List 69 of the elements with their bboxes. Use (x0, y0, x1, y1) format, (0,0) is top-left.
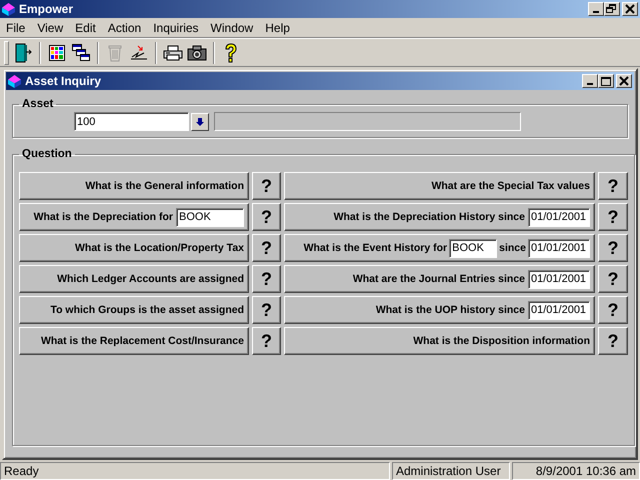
maximize-button[interactable] (598, 74, 614, 88)
close-button[interactable] (622, 2, 638, 16)
menu-item[interactable]: View (31, 20, 70, 34)
printer-icon (163, 44, 183, 60)
help-button[interactable]: ? (598, 234, 628, 262)
question-input-field[interactable]: 01/01/2001 (528, 238, 590, 258)
window-title: Asset Inquiry (25, 74, 102, 88)
help-button[interactable]: ? (598, 265, 628, 293)
windows-icon (72, 44, 90, 62)
question-button[interactable]: What is the UOP history since 01/01/2001 (284, 296, 595, 324)
question-button[interactable]: What is the Location/Property Tax (19, 234, 249, 262)
maximize-icon (599, 75, 613, 87)
menu-item[interactable]: Edit (69, 20, 102, 34)
asset-input-field[interactable]: 100 (74, 112, 189, 131)
minimize-button[interactable] (582, 74, 598, 88)
help-button[interactable]: ? (598, 296, 628, 324)
help-button[interactable]: ? (252, 234, 281, 262)
minimize-button[interactable] (588, 2, 604, 16)
question-button[interactable]: What are the Special Tax values (284, 172, 595, 200)
menu-item[interactable]: Inquiries (147, 20, 205, 34)
help-button[interactable]: ? (252, 172, 281, 200)
app-logo-icon (8, 74, 21, 88)
status-pane: Ready (0, 462, 390, 480)
menu-item[interactable]: File (0, 20, 32, 34)
status-pane: Administration User (392, 462, 510, 480)
question-button[interactable]: What is the Depreciation History since 01/01/2001 (284, 203, 595, 231)
help-button[interactable]: ? (252, 265, 281, 293)
close-icon (623, 3, 637, 15)
help-button[interactable]: ? (598, 172, 628, 200)
lookup-button[interactable] (191, 112, 209, 130)
help-button[interactable]: ? (598, 327, 628, 355)
down-arrow-icon (195, 116, 205, 126)
question-input-field[interactable]: BOOK (449, 238, 498, 258)
question-button[interactable]: What is the General information (19, 172, 249, 200)
app-logo-icon (2, 2, 15, 16)
question-button[interactable]: What is the Replacement Cost/Insurance (19, 327, 249, 355)
help-button[interactable]: ? (252, 203, 281, 231)
group-label: Asset (21, 98, 54, 110)
question-input-field[interactable]: 01/01/2001 (528, 300, 590, 320)
menu-item[interactable]: Help (259, 20, 296, 34)
restore-button[interactable] (604, 2, 620, 16)
question-button[interactable]: What is the Event History for BOOK since 01/01/2001 (284, 234, 595, 262)
question-button[interactable]: To which Groups is the asset assigned (19, 296, 249, 324)
exit-door-icon (14, 42, 32, 62)
question-button[interactable]: What is the Depreciation for BOOK (19, 203, 249, 231)
signature-icon (130, 44, 148, 60)
status-pane: 8/9/2001 10:36 am (512, 462, 640, 480)
question-input-field[interactable]: 01/01/2001 (528, 270, 590, 288)
trash-icon (108, 44, 122, 62)
menu-item[interactable]: Action (102, 20, 148, 34)
close-icon (617, 75, 631, 87)
question-button[interactable]: What is the Disposition information (284, 327, 595, 355)
menu-item[interactable]: Window (204, 20, 260, 34)
minimize-icon (587, 83, 593, 85)
help-icon (224, 42, 238, 62)
close-button[interactable] (616, 74, 632, 88)
group-label: Question (21, 148, 73, 160)
grid-icon (49, 44, 65, 60)
question-input-field[interactable]: 01/01/2001 (528, 208, 590, 226)
question-button[interactable]: Which Ledger Accounts are assigned (19, 265, 249, 293)
help-button[interactable]: ? (598, 203, 628, 231)
restore-icon (605, 3, 619, 15)
minimize-icon (593, 11, 599, 13)
question-input-field[interactable]: BOOK (176, 208, 244, 226)
help-button[interactable]: ? (252, 296, 281, 324)
help-button[interactable]: ? (252, 327, 281, 355)
question-button[interactable]: What are the Journal Entries since 01/01/2001 (284, 265, 595, 293)
camera-icon (187, 44, 207, 60)
window-title: Empower (19, 2, 74, 16)
